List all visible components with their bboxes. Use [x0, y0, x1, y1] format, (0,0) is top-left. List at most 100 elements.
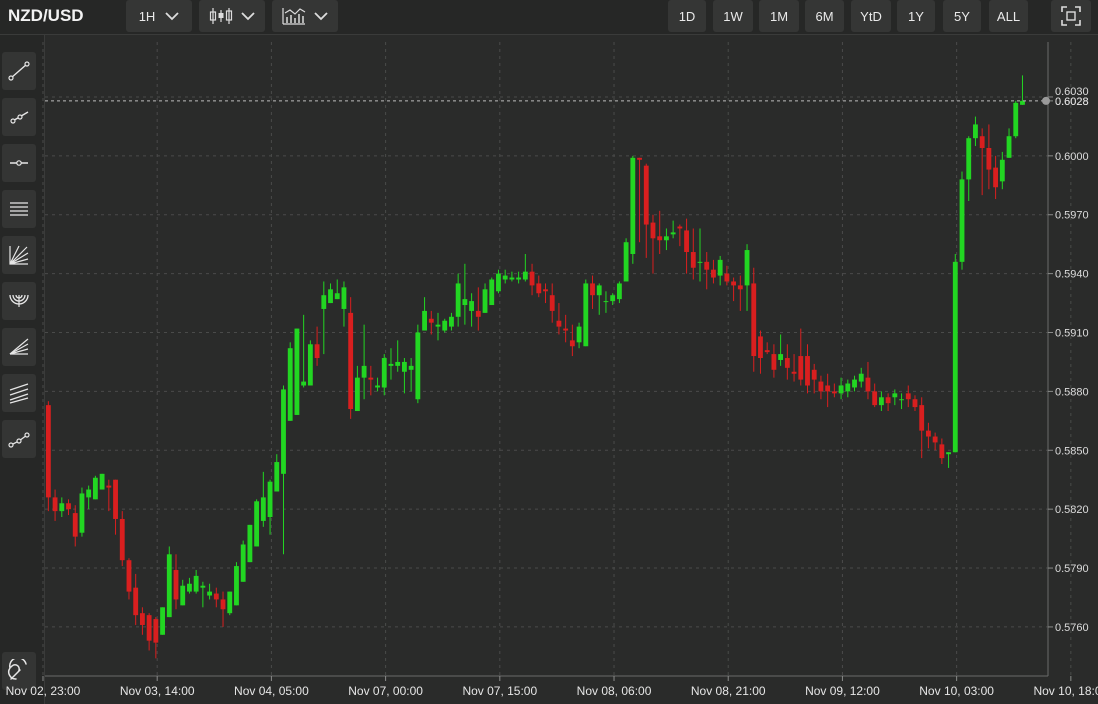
candle-body — [267, 481, 273, 518]
bearish-candle — [872, 383, 878, 408]
candle-body — [556, 320, 562, 327]
candle-body — [771, 354, 777, 370]
bullish-candle — [435, 312, 441, 341]
candle-body — [79, 493, 85, 533]
bearish-candle — [556, 303, 562, 335]
bearish-candle — [731, 277, 737, 302]
bearish-candle — [529, 263, 535, 296]
bearish-candle — [831, 383, 837, 398]
bullish-candle — [381, 354, 387, 396]
candle-body — [502, 275, 508, 280]
bearish-candle — [475, 287, 481, 331]
candle-body — [381, 358, 387, 388]
candle-body — [818, 381, 824, 392]
candle-body — [549, 295, 555, 311]
candle-body — [926, 430, 931, 437]
bullish-candle — [341, 281, 347, 327]
candle-body — [475, 310, 481, 317]
bullish-candle — [200, 581, 206, 608]
bullish-candle — [401, 358, 407, 394]
bullish-candle — [663, 228, 669, 251]
candle-body — [684, 230, 689, 253]
bullish-candle — [999, 151, 1005, 190]
candle-body — [99, 473, 105, 490]
bullish-candle — [193, 570, 199, 594]
candle-body — [281, 389, 286, 474]
candle-body — [569, 340, 575, 347]
candle-body — [872, 391, 878, 406]
bullish-candle — [1006, 128, 1012, 158]
candle-body — [435, 324, 441, 327]
candle-body — [207, 591, 213, 596]
candle-body — [744, 250, 750, 286]
bearish-candle — [912, 395, 918, 412]
candle-body — [845, 383, 851, 392]
candle-body — [274, 462, 280, 492]
candle-body — [751, 283, 757, 357]
candle-body — [334, 293, 340, 300]
bearish-candle — [932, 432, 938, 451]
candle-body — [200, 585, 206, 588]
candle-body — [690, 252, 696, 268]
candle-body — [234, 566, 239, 606]
candle-body — [361, 365, 367, 378]
candle-body — [899, 399, 904, 401]
bullish-candle — [274, 454, 280, 492]
bearish-candle — [66, 499, 71, 516]
candle-body — [993, 167, 999, 188]
candle-body — [469, 301, 475, 311]
price-chart[interactable]: 0.5760 0.5790 0.5820 0.5850 0.5880 0.5910 0.59… — [0, 0, 1098, 704]
bullish-candle — [240, 540, 246, 582]
bearish-candle — [805, 344, 810, 394]
bullish-candle — [388, 348, 394, 380]
candle-body — [677, 226, 683, 229]
bearish-candle — [993, 155, 999, 200]
candle-body — [811, 369, 817, 380]
bearish-candle — [926, 422, 931, 449]
candle-body — [153, 619, 159, 643]
candle-body — [496, 273, 501, 292]
bullish-candle — [878, 391, 884, 412]
candle-body — [791, 371, 797, 374]
bearish-candle — [569, 324, 575, 357]
candle-body — [616, 283, 622, 300]
candle-body — [563, 328, 569, 331]
x-tick-label: Nov 10, 18:00 — [1033, 684, 1098, 698]
candle-body — [711, 269, 716, 278]
bearish-candle — [348, 297, 354, 419]
bearish-candle — [711, 259, 716, 284]
candle-body — [106, 485, 112, 488]
bearish-candle — [818, 375, 824, 400]
candle-body — [657, 236, 663, 241]
bullish-candle — [79, 487, 85, 537]
candle-body — [509, 277, 515, 280]
candle-body — [825, 385, 831, 392]
bearish-candle — [690, 228, 696, 280]
y-tick-label: 0.5910 — [1055, 328, 1089, 340]
candle-body — [72, 513, 78, 537]
candle-body — [724, 273, 730, 282]
candle-body — [610, 295, 616, 302]
bullish-candle — [616, 281, 622, 304]
bearish-candle — [684, 218, 689, 274]
bullish-candle — [260, 471, 266, 527]
candle-body — [999, 159, 1005, 182]
bullish-candle — [361, 324, 367, 400]
candle-body — [86, 489, 92, 498]
candle-body — [119, 518, 125, 561]
y-tick-label: 0.5850 — [1055, 445, 1089, 457]
candle-body — [623, 242, 629, 282]
bearish-candle — [771, 344, 777, 378]
candle-body — [133, 587, 139, 616]
candle-body — [979, 136, 985, 148]
candle-body — [415, 332, 421, 400]
bullish-candle — [623, 238, 629, 282]
candle-body — [180, 585, 186, 606]
bullish-candle — [670, 220, 676, 239]
bearish-candle — [885, 393, 891, 412]
y-tick-label: 0.5790 — [1055, 563, 1089, 575]
bullish-candle — [630, 155, 636, 264]
candle-body — [704, 261, 710, 270]
candle-body — [126, 560, 132, 592]
y-tick-label: 0.6000 — [1055, 151, 1089, 163]
